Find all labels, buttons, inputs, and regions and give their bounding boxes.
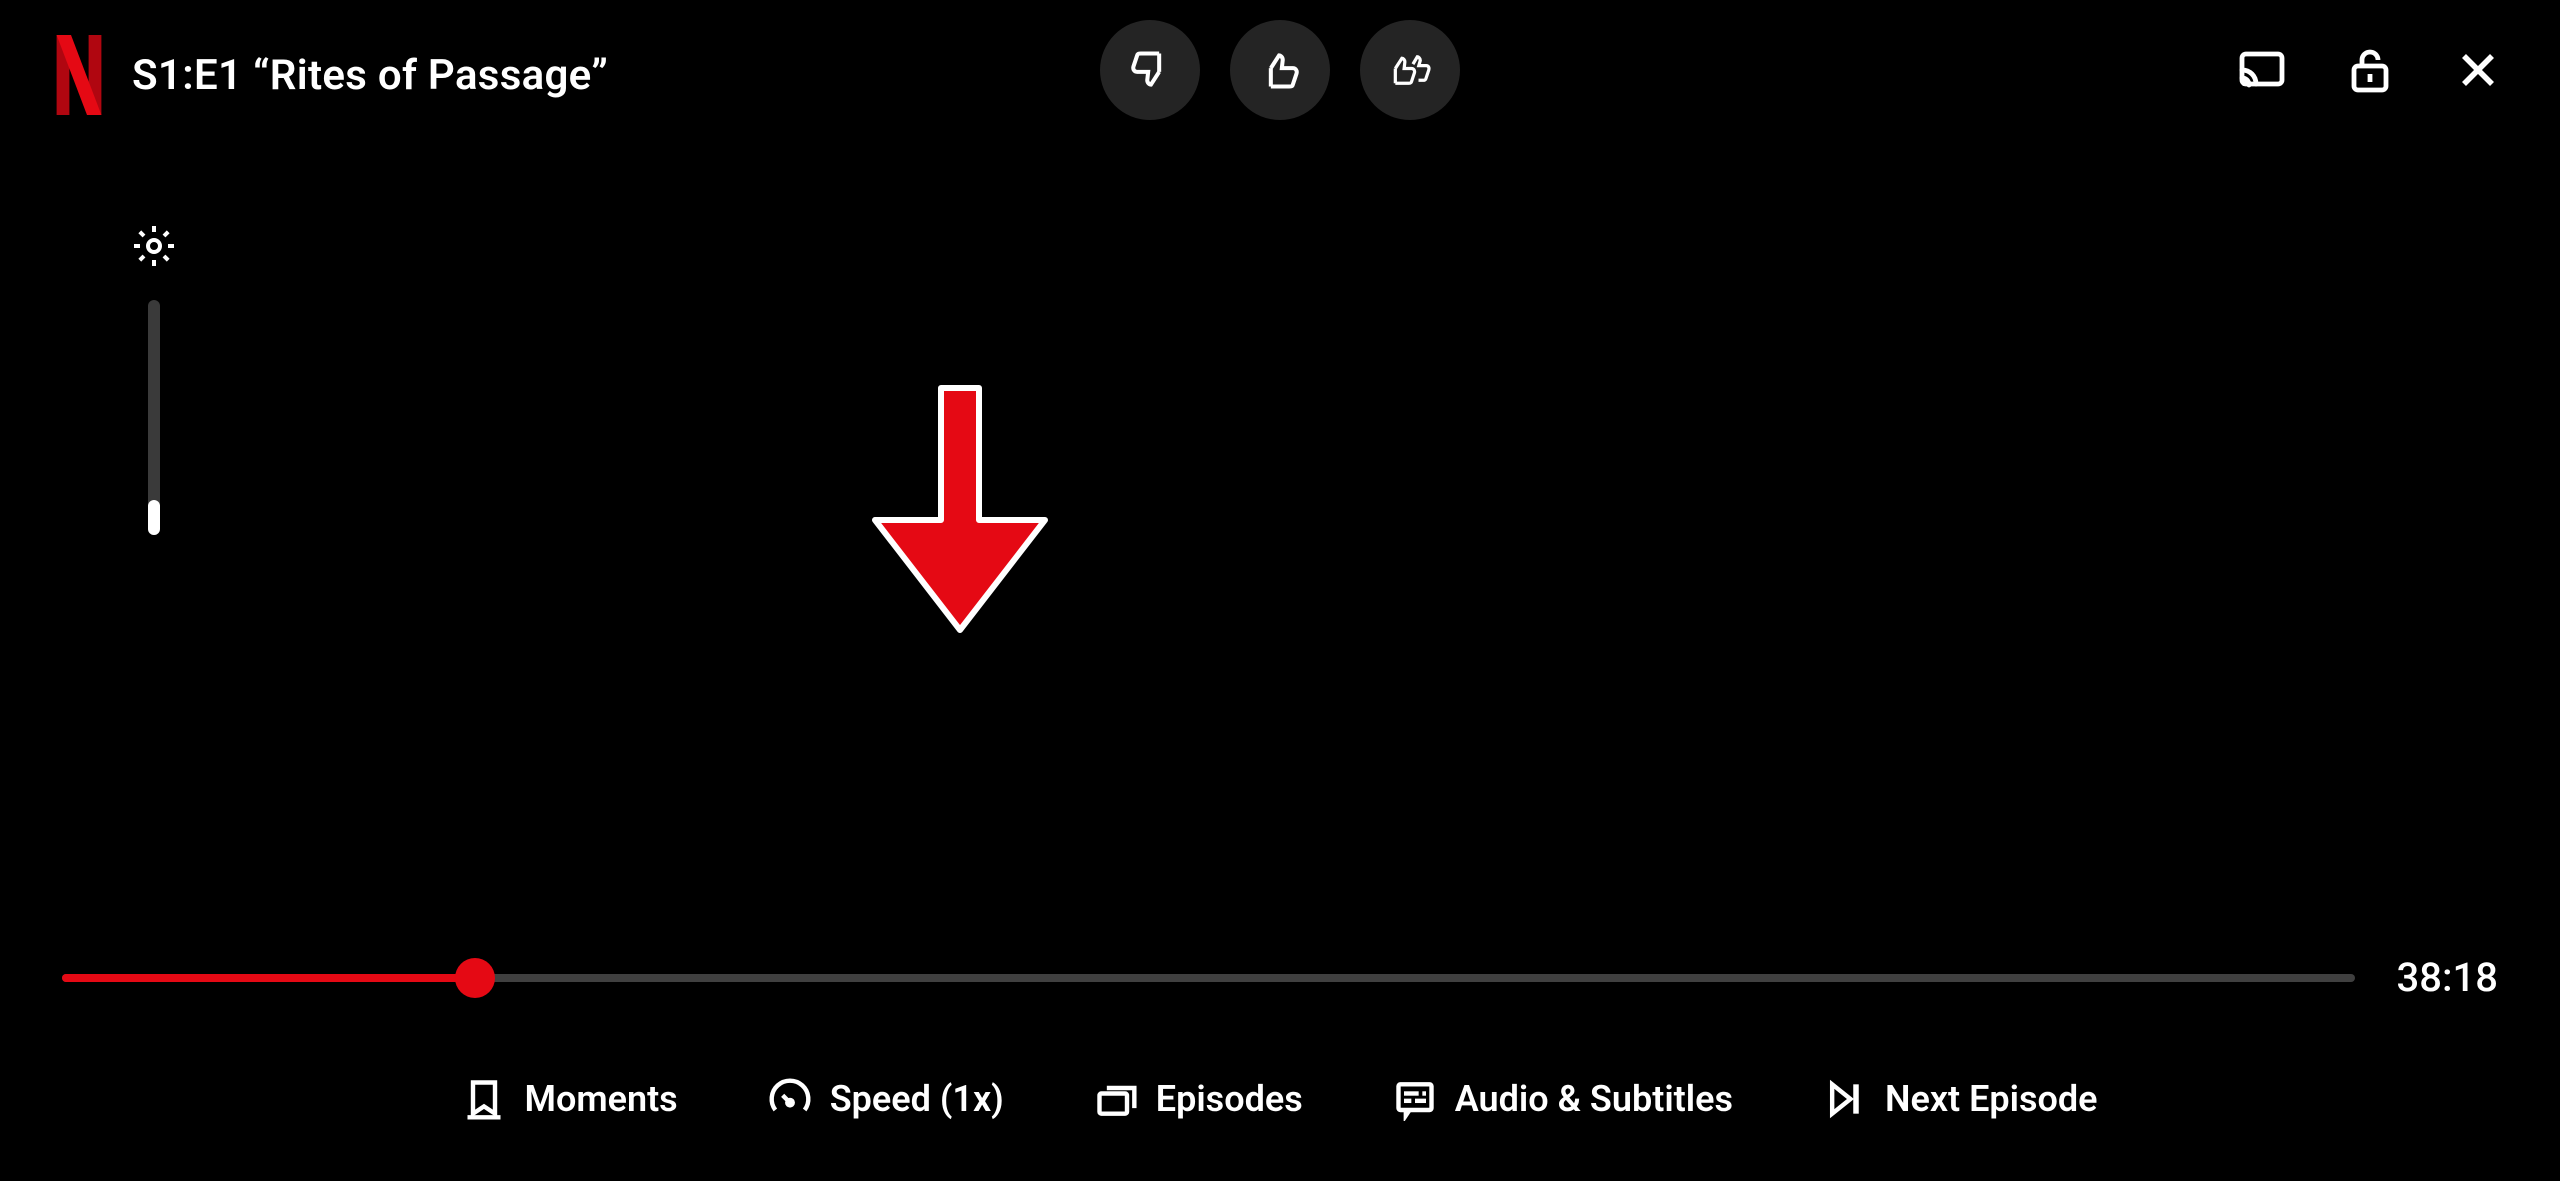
netflix-logo-icon [56,35,102,115]
annotation-arrow [855,380,1065,640]
lock-button[interactable] [2346,46,2394,94]
progress-track[interactable] [62,974,2355,982]
top-right-controls [2238,46,2502,94]
unlock-icon [2346,46,2394,94]
next-episode-label: Next Episode [1885,1078,2098,1120]
cast-icon [2238,46,2286,94]
episodes-icon [1094,1077,1138,1121]
audio-subtitles-button[interactable]: Audio & Subtitles [1393,1077,1733,1121]
thumbs-up-icon [1258,48,1302,92]
cast-button[interactable] [2238,46,2286,94]
double-thumbs-up-icon [1388,48,1432,92]
close-button[interactable] [2454,46,2502,94]
rating-group [1100,20,1460,120]
thumbs-down-button[interactable] [1100,20,1200,120]
brightness-control [130,222,178,535]
brightness-slider-fill [148,500,160,535]
close-icon [2454,46,2502,94]
speed-button[interactable]: Speed (1x) [768,1077,1004,1121]
thumbs-up-button[interactable] [1230,20,1330,120]
brightness-icon [130,222,178,270]
progress-knob[interactable] [455,958,495,998]
bottom-controls: Moments Speed (1x) Episodes Audio & Subt… [0,1077,2560,1121]
moments-button[interactable]: Moments [462,1077,677,1121]
episodes-label: Episodes [1156,1078,1303,1120]
speedometer-icon [768,1077,812,1121]
player-top-bar: S1:E1 “Rites of Passage” [0,0,2560,150]
subtitles-icon [1393,1077,1437,1121]
moments-label: Moments [524,1078,677,1120]
episode-title: S1:E1 “Rites of Passage” [132,51,608,100]
progress-fill [62,974,475,982]
next-episode-button[interactable]: Next Episode [1823,1077,2098,1121]
double-thumbs-up-button[interactable] [1360,20,1460,120]
progress-row: 38:18 [62,954,2498,1001]
audio-subtitles-label: Audio & Subtitles [1455,1078,1733,1120]
thumbs-down-icon [1128,48,1172,92]
episodes-button[interactable]: Episodes [1094,1077,1303,1121]
bookmark-icon [462,1077,506,1121]
next-episode-icon [1823,1077,1867,1121]
speed-label: Speed (1x) [830,1078,1004,1120]
brightness-slider[interactable] [148,300,160,535]
time-remaining: 38:18 [2397,954,2498,1001]
